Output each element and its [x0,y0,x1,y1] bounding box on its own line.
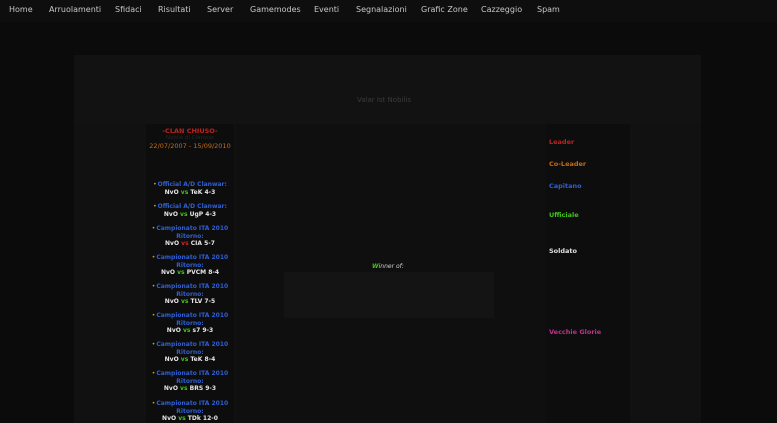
opponent-score: UgP 4-3 [189,210,217,218]
bullet-icon: • [151,341,156,348]
nav-cazzeggio[interactable]: Cazzeggio [481,5,522,14]
team-a: NvO [164,188,179,196]
vs-label: vs [177,269,185,276]
team-a: NvO [165,240,180,247]
opponent-score: BRS 9-3 [189,385,217,392]
nav-home[interactable]: Home [9,5,33,14]
right-sidebar [546,124,630,423]
role-capitano[interactable]: Capitano [549,182,582,190]
opponent-score: TLV 7-5 [190,298,216,305]
bullet-icon: • [151,254,156,261]
team-a: NvO [166,327,181,334]
clanwar-title[interactable]: Campionato ITA 2010 Ritorno: [156,370,228,385]
winner-of-label: Winner of: [372,263,404,270]
bullet-icon: • [153,181,157,188]
vs-label: vs [180,356,189,363]
opponent-score: s7 9-3 [192,327,214,334]
clanwar-item: •Campionato ITA 2010 Ritorno: NvO vs CIA… [146,225,234,248]
role-vecchie-glorie[interactable]: Vecchie Glorie [549,328,601,336]
clanwar-title[interactable]: Campionato ITA 2010 Ritorno: [156,283,228,298]
nav-server[interactable]: Server [207,5,233,14]
clanwar-item: •Official A/D Clanwar: NvO vs UgP 4-3 [146,203,234,218]
bullet-icon: • [151,400,156,407]
vs-label: vs [178,415,186,422]
team-a: NvO [160,269,176,276]
clanwar-title[interactable]: Official A/D Clanwar: [158,181,227,188]
team-a: NvO [164,356,179,363]
clanwar-title[interactable]: Campionato ITA 2010 Ritorno: [156,341,228,356]
clanwar-item: •Official A/D Clanwar: NvO vs TeK 4-3 [146,181,234,196]
bullet-icon: • [153,203,157,210]
clanwar-item: •Campionato ITA 2010 Ritorno: NvO vs TLV… [146,283,234,306]
clanwar-title[interactable]: Campionato ITA 2010 Ritorno: [156,254,228,269]
role-soldato[interactable]: Soldato [549,247,577,255]
clanwar-item: •Campionato ITA 2010 Ritorno: NvO vs TeK… [146,341,234,364]
opponent-score: TeK 8-4 [190,356,216,363]
nav-grafic-zone[interactable]: Grafic Zone [421,5,468,14]
clanwar-title[interactable]: Official A/D Clanwar: [158,203,227,210]
vs-label: vs [180,210,188,218]
clanwar-title[interactable]: Campionato ITA 2010 Ritorno: [156,312,228,327]
vs-label: vs [180,298,189,305]
vs-label: vs [180,385,188,392]
clanwar-item: •Campionato ITA 2010 Ritorno: NvO vs s7 … [146,312,234,335]
role-ufficiale[interactable]: Ufficiale [549,211,579,219]
nav-arruolamenti[interactable]: Arruolamenti [49,5,101,14]
clanwar-item: •Campionato ITA 2010 Ritorno: NvO vs BRS… [146,370,234,393]
clanwar-title[interactable]: Campionato ITA 2010 Ritorno: [156,400,228,415]
clan-dates: 22/07/2007 - 15/09/2010 [149,142,231,150]
clanwar-item: •Campionato ITA 2010 Ritorno: NvO vs TDk… [146,400,234,423]
role-leader[interactable]: Leader [549,138,574,146]
header-banner [74,55,701,124]
top-navigation: Home Arruolamenti Sfidaci Risultati Serv… [0,0,777,22]
role-co-leader[interactable]: Co-Leader [549,160,586,168]
vs-label: vs [180,188,189,196]
clanwar-title[interactable]: Campionato ITA 2010 Ritorno: [156,225,228,240]
bullet-icon: • [151,312,156,319]
nav-gamemodes[interactable]: Gamemodes [250,5,301,14]
bullet-icon: • [151,283,156,290]
bullet-icon: • [151,225,156,232]
nav-sfidaci[interactable]: Sfidaci [115,5,142,14]
opponent-score: TeK 4-3 [190,188,216,196]
clan-subtitle: Nobile di Clanwar [165,135,215,141]
vs-label: vs [181,240,189,247]
team-a: NvO [164,298,179,305]
opponent-score: PVCM 8-4 [186,269,220,276]
site-title: Valar Ist Nobilis [357,96,411,104]
nav-eventi[interactable]: Eventi [314,5,339,14]
vs-label: vs [182,327,191,334]
clanwar-item: •Campionato ITA 2010 Ritorno: NvO vs PVC… [146,254,234,277]
nav-spam[interactable]: Spam [537,5,560,14]
nav-segnalazioni[interactable]: Segnalazioni [356,5,407,14]
opponent-score: CIA 5-7 [190,240,215,247]
opponent-score: TDk 12-0 [187,415,218,422]
team-a: NvO [163,210,178,218]
team-a: NvO [162,415,177,422]
bullet-icon: • [151,370,156,377]
trophy-box [284,272,494,318]
clan-status: -CLAN CHIUSO- [162,127,218,135]
team-a: NvO [163,385,178,392]
nav-risultati[interactable]: Risultati [158,5,191,14]
